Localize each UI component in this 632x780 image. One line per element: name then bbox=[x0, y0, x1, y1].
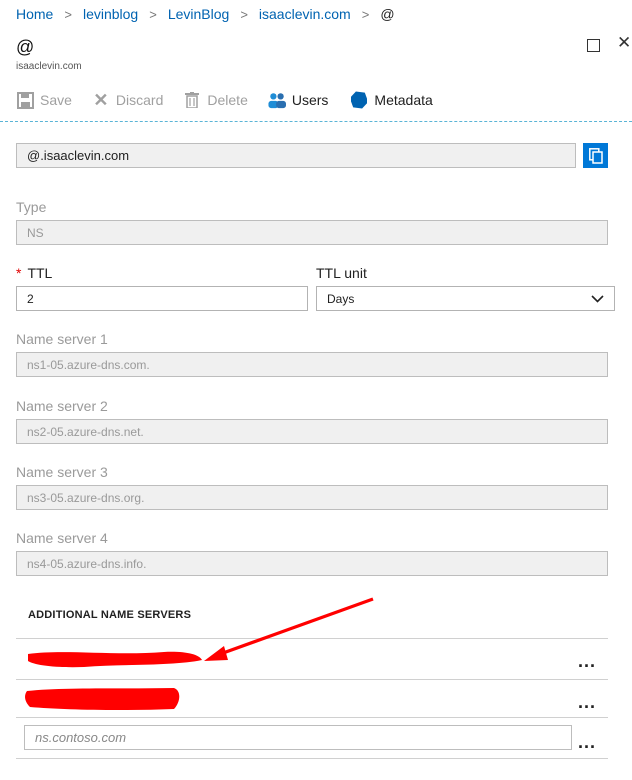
trash-icon bbox=[183, 91, 201, 109]
metadata-label: Metadata bbox=[374, 92, 433, 108]
name-server-3-field: ns3-05.azure-dns.org. bbox=[16, 485, 608, 510]
save-button[interactable]: Save bbox=[16, 91, 72, 109]
copy-button[interactable] bbox=[583, 143, 608, 168]
name-server-2-field: ns2-05.azure-dns.net. bbox=[16, 419, 608, 444]
additional-name-servers-heading: ADDITIONAL NAME SERVERS bbox=[28, 609, 192, 621]
ttl-label: TTL bbox=[27, 265, 53, 281]
save-icon bbox=[16, 91, 34, 109]
breadcrumb-current: @ bbox=[380, 6, 395, 22]
discard-button[interactable]: ✕ Discard bbox=[92, 89, 164, 110]
breadcrumb-levinblog-zone[interactable]: LevinBlog bbox=[168, 6, 230, 22]
delete-label: Delete bbox=[207, 92, 248, 108]
type-field: NS bbox=[16, 220, 608, 245]
toolbar-divider bbox=[0, 121, 632, 122]
name-server-3-label: Name server 3 bbox=[16, 464, 108, 480]
ttl-unit-select[interactable]: Days bbox=[316, 286, 615, 311]
more-options-icon[interactable]: ... bbox=[578, 693, 596, 711]
redacted-name-server-1 bbox=[24, 646, 204, 670]
chevron-down-icon bbox=[591, 292, 604, 306]
close-icon[interactable]: ✕ bbox=[617, 33, 631, 53]
name-server-1-field: ns1-05.azure-dns.com. bbox=[16, 352, 608, 377]
ttl-unit-label: TTL unit bbox=[316, 265, 367, 281]
ttl-input[interactable]: 2 bbox=[16, 286, 308, 311]
ttl-unit-value: Days bbox=[327, 291, 355, 306]
users-label: Users bbox=[291, 92, 329, 108]
name-server-4-field: ns4-05.azure-dns.info. bbox=[16, 551, 608, 576]
users-icon bbox=[268, 91, 286, 109]
row-divider bbox=[16, 758, 608, 759]
name-server-4-label: Name server 4 bbox=[16, 530, 108, 546]
delete-button[interactable]: Delete bbox=[183, 91, 248, 109]
copy-icon bbox=[588, 147, 603, 164]
type-label: Type bbox=[16, 199, 47, 215]
breadcrumb-home[interactable]: Home bbox=[16, 6, 53, 22]
discard-icon: ✕ bbox=[93, 89, 109, 110]
discard-label: Discard bbox=[115, 92, 164, 108]
metadata-button[interactable]: Metadata bbox=[350, 91, 433, 109]
redacted-name-server-2 bbox=[24, 685, 184, 713]
toolbar: Save ✕ Discard Delete Users Metadata bbox=[16, 88, 453, 112]
tag-icon bbox=[350, 91, 368, 109]
row-divider bbox=[16, 717, 608, 718]
required-marker: * bbox=[16, 265, 22, 281]
breadcrumb: Home > levinblog > LevinBlog > isaaclevi… bbox=[0, 0, 632, 28]
maximize-icon[interactable] bbox=[587, 39, 600, 52]
name-server-1-label: Name server 1 bbox=[16, 331, 108, 347]
ttl-label-wrap: * TTL bbox=[16, 265, 52, 281]
page-title: @ bbox=[16, 37, 35, 57]
breadcrumb-levinblog[interactable]: levinblog bbox=[83, 6, 138, 22]
record-name-field: @.isaaclevin.com bbox=[16, 143, 576, 168]
breadcrumb-isaaclevin[interactable]: isaaclevin.com bbox=[259, 6, 351, 22]
page-subtitle: isaaclevin.com bbox=[16, 61, 82, 72]
chevron-right-icon: > bbox=[149, 6, 157, 22]
annotation-arrow bbox=[204, 597, 374, 661]
chevron-right-icon: > bbox=[361, 6, 370, 22]
more-options-icon[interactable]: ... bbox=[578, 652, 596, 670]
chevron-right-icon: > bbox=[64, 6, 72, 22]
users-button[interactable]: Users bbox=[268, 91, 329, 109]
row-divider bbox=[16, 679, 608, 680]
save-label: Save bbox=[40, 92, 72, 108]
chevron-right-icon: > bbox=[240, 6, 248, 22]
new-name-server-input[interactable]: ns.contoso.com bbox=[24, 725, 572, 750]
name-server-2-label: Name server 2 bbox=[16, 398, 108, 414]
more-options-icon[interactable]: ... bbox=[578, 733, 596, 751]
